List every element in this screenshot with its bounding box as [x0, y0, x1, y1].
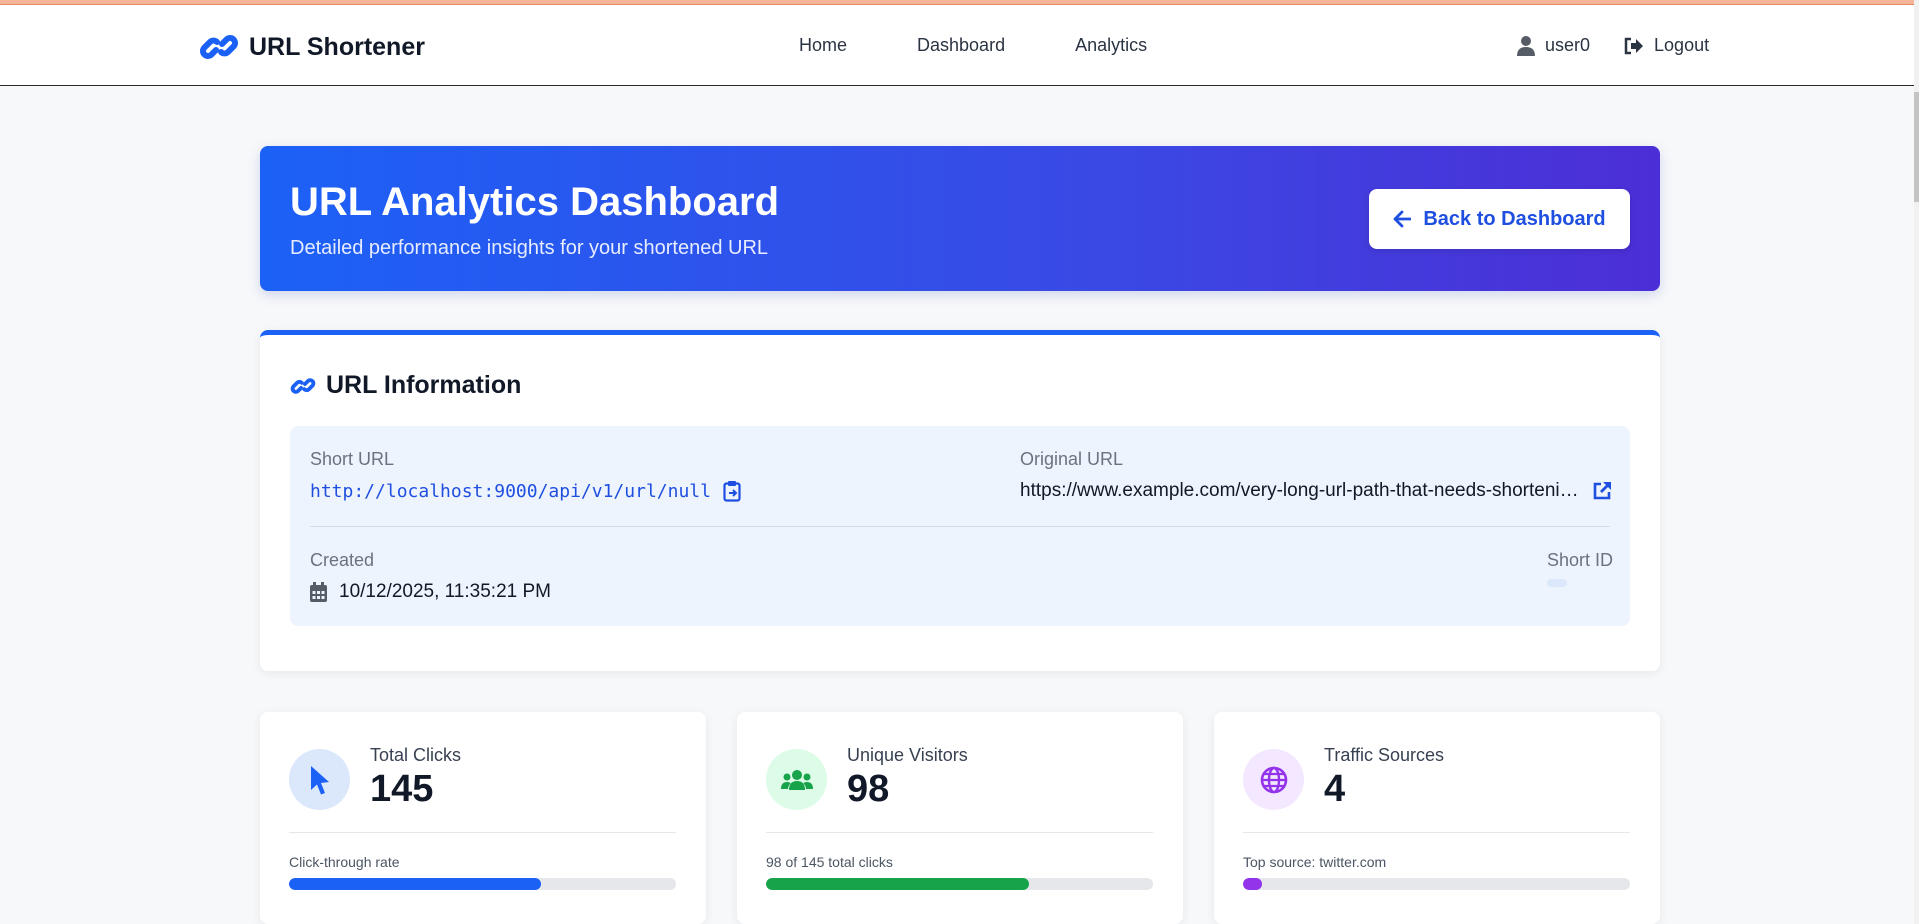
created-date: 10/12/2025, 11:35:21 PM: [339, 581, 551, 602]
stat-value: 145: [370, 768, 434, 810]
stat-label: Total Clicks: [370, 745, 462, 765]
short-url-link[interactable]: http://localhost:9000/api/v1/url/null: [310, 481, 711, 502]
logout-button[interactable]: Logout: [1624, 35, 1709, 56]
nav-home[interactable]: Home: [799, 35, 847, 56]
stat-value: 98: [847, 768, 890, 810]
short-url-label: Short URL: [310, 449, 395, 469]
original-url-label: Original URL: [1020, 449, 1124, 469]
url-information-title: URL Information: [326, 371, 522, 399]
brand[interactable]: URL Shortener: [199, 25, 425, 69]
stat-label: Traffic Sources: [1324, 745, 1445, 765]
total-clicks-card: Total Clicks 145 Click-through rate: [260, 712, 706, 924]
username: user0: [1545, 35, 1591, 55]
user-icon: [1517, 35, 1535, 56]
copy-icon[interactable]: [723, 480, 741, 502]
brand-name: URL Shortener: [249, 32, 425, 61]
stat-value: 4: [1324, 768, 1346, 810]
stat-footer: Top source: twitter.com: [1243, 854, 1387, 870]
back-button-label: Back to Dashboard: [1423, 207, 1606, 230]
globe-icon: [1243, 749, 1304, 810]
unique-visitors-card: Unique Visitors 98 98 of 145 total click…: [737, 712, 1183, 924]
link-icon: [290, 377, 316, 394]
calendar-icon: [310, 582, 327, 602]
stat-divider: [766, 832, 1153, 833]
user-menu[interactable]: user0: [1517, 35, 1590, 56]
nav-dashboard[interactable]: Dashboard: [917, 35, 1005, 56]
progress-bar: [1243, 878, 1630, 890]
progress-bar: [766, 878, 1153, 890]
back-to-dashboard-button[interactable]: Back to Dashboard: [1369, 189, 1630, 249]
cursor-icon: [289, 749, 350, 810]
arrow-left-icon: [1393, 210, 1412, 228]
stat-footer: Click-through rate: [289, 854, 400, 870]
page-scrollbar[interactable]: [1914, 0, 1919, 924]
url-details-panel: Short URL http://localhost:9000/api/v1/u…: [290, 426, 1630, 626]
progress-bar: [289, 878, 676, 890]
logout-icon: [1624, 37, 1644, 54]
users-icon: [766, 749, 827, 810]
page-subtitle: Detailed performance insights for your s…: [290, 237, 769, 259]
progress-fill: [766, 878, 1030, 890]
page-title: URL Analytics Dashboard: [290, 180, 780, 224]
details-divider: [310, 526, 1610, 527]
external-link-icon[interactable]: [1592, 481, 1612, 501]
hero-banner: URL Analytics Dashboard Detailed perform…: [260, 146, 1660, 291]
stat-divider: [1243, 832, 1630, 833]
original-url-row: https://www.example.com/very-long-url-pa…: [1020, 480, 1612, 502]
link-icon: [200, 35, 238, 59]
progress-fill: [289, 878, 541, 890]
created-row: 10/12/2025, 11:35:21 PM: [310, 581, 551, 603]
progress-fill: [1243, 878, 1263, 890]
navbar: URL Shortener Home Dashboard Analytics u…: [0, 5, 1914, 86]
original-url-text: https://www.example.com/very-long-url-pa…: [1020, 480, 1580, 501]
nav-analytics[interactable]: Analytics: [1075, 35, 1147, 56]
scrollbar-thumb[interactable]: [1914, 92, 1919, 202]
stat-footer: 98 of 145 total clicks: [766, 854, 893, 870]
short-id-value: [1547, 579, 1567, 587]
url-information-card: URL Information Short URL http://localho…: [260, 330, 1660, 671]
logout-label: Logout: [1654, 35, 1710, 55]
nav-links: Home Dashboard Analytics: [799, 35, 1217, 56]
short-url-row: http://localhost:9000/api/v1/url/null: [310, 480, 741, 502]
short-id-label: Short ID: [1547, 550, 1614, 570]
stat-label: Unique Visitors: [847, 745, 968, 765]
user-area: user0 Logout: [1517, 35, 1709, 56]
created-label: Created: [310, 550, 375, 570]
stats-row: Total Clicks 145 Click-through rate Uniq…: [260, 712, 1660, 924]
url-information-heading: URL Information: [290, 371, 521, 400]
traffic-sources-card: Traffic Sources 4 Top source: twitter.co…: [1214, 712, 1660, 924]
stat-divider: [289, 832, 676, 833]
